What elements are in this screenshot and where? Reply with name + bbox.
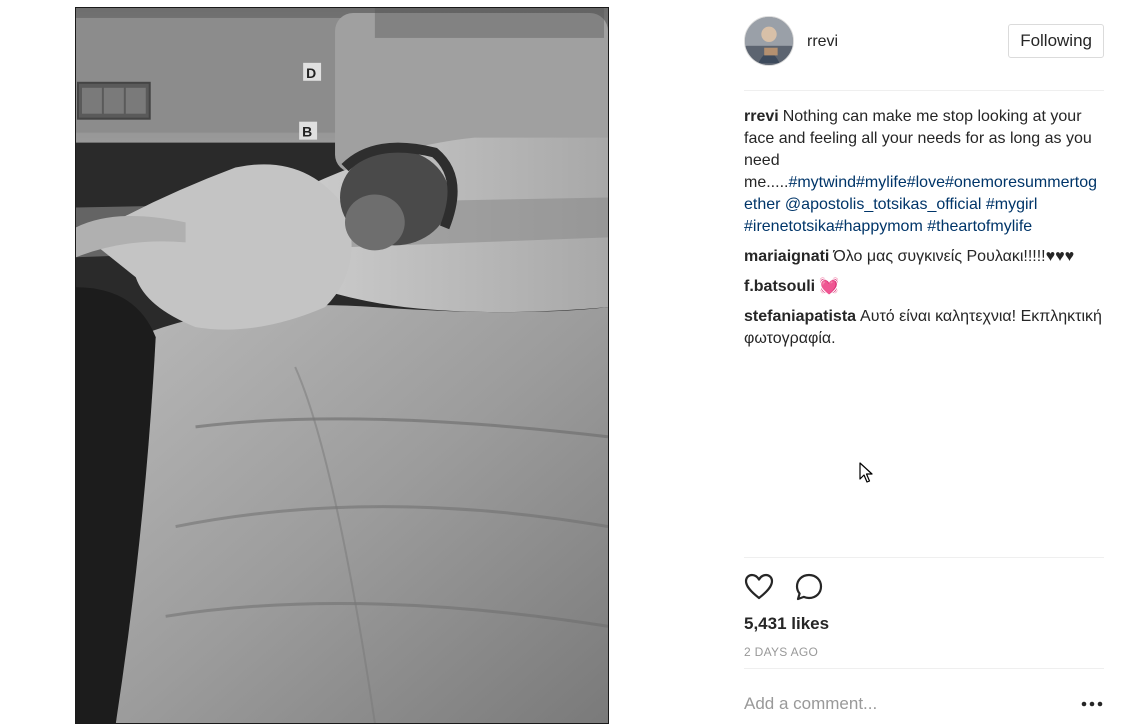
- hashtag[interactable]: #irenetotsika: [744, 218, 835, 235]
- comment-username[interactable]: stefaniapatista: [744, 308, 856, 325]
- header-divider: [744, 90, 1104, 91]
- comments-list: rrevi Nothing can make me stop looking at…: [744, 106, 1104, 358]
- comment-text: 💓: [819, 278, 840, 295]
- hashtag[interactable]: #mytwind: [788, 174, 856, 191]
- hashtag[interactable]: #theartofmylife: [927, 218, 1032, 235]
- list-item: mariaignati Όλο μας συγκινείς Ρουλακι!!!!…: [744, 246, 1104, 268]
- post-header: rrevi Following: [744, 16, 1104, 68]
- comment-bubble-icon[interactable]: [794, 572, 824, 602]
- post-actions: [744, 572, 1104, 602]
- more-options-icon[interactable]: [1080, 692, 1104, 716]
- comment-username[interactable]: f.batsouli: [744, 278, 815, 295]
- likes-count[interactable]: 5,431 likes: [744, 614, 829, 634]
- add-comment-input[interactable]: [744, 692, 1064, 716]
- hashtag[interactable]: #mylife: [856, 174, 907, 191]
- caption-username[interactable]: rrevi: [744, 108, 779, 125]
- list-item: stefaniapatista Αυτό είναι καλητεχνια! Εκ…: [744, 306, 1104, 350]
- post-details-panel: rrevi Following rrevi Nothing can make me…: [744, 0, 1104, 728]
- comment-username[interactable]: mariaignati: [744, 248, 829, 265]
- avatar[interactable]: [744, 16, 794, 66]
- following-button[interactable]: Following: [1008, 24, 1104, 58]
- caption: rrevi Nothing can make me stop looking at…: [744, 106, 1104, 238]
- list-item: f.batsouli 💓: [744, 276, 1104, 298]
- hashtag[interactable]: #mygirl: [986, 196, 1038, 213]
- hashtag[interactable]: #love: [907, 174, 945, 191]
- svg-text:B: B: [302, 124, 312, 140]
- actions-divider: [744, 557, 1104, 558]
- mouse-cursor-icon: [859, 462, 873, 484]
- comment-text: Όλο μας συγκινείς Ρουλακι!!!!!♥♥♥: [833, 248, 1075, 265]
- post-photo[interactable]: D B: [75, 7, 609, 724]
- mention[interactable]: @apostolis_totsikas_official: [785, 196, 982, 213]
- comment-divider: [744, 668, 1104, 669]
- heart-icon[interactable]: [744, 572, 774, 602]
- svg-text:D: D: [306, 65, 316, 81]
- post-author-username[interactable]: rrevi: [807, 33, 838, 51]
- post-timestamp[interactable]: 2 DAYS AGO: [744, 645, 818, 659]
- hashtag[interactable]: #happymom: [835, 218, 923, 235]
